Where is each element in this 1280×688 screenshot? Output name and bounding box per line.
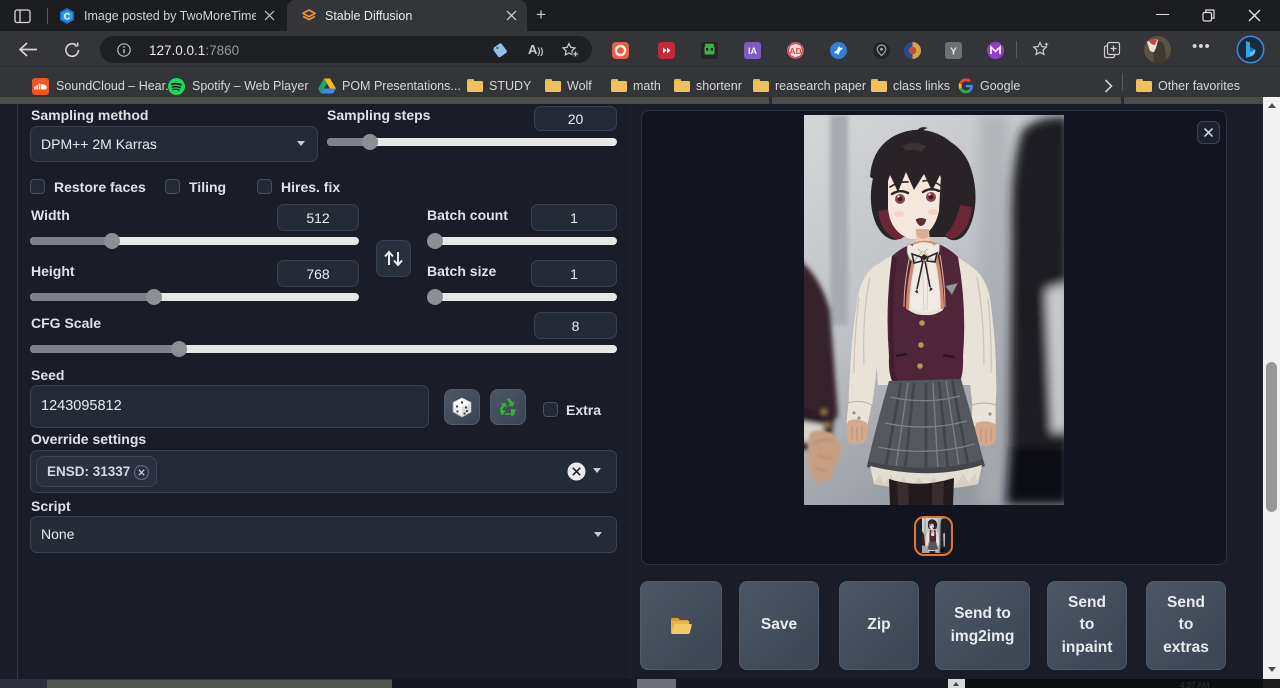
svg-text:Y: Y bbox=[950, 47, 957, 58]
svg-text:IA: IA bbox=[748, 46, 758, 56]
svg-text:C: C bbox=[64, 11, 71, 21]
svg-text:AD: AD bbox=[789, 46, 801, 56]
